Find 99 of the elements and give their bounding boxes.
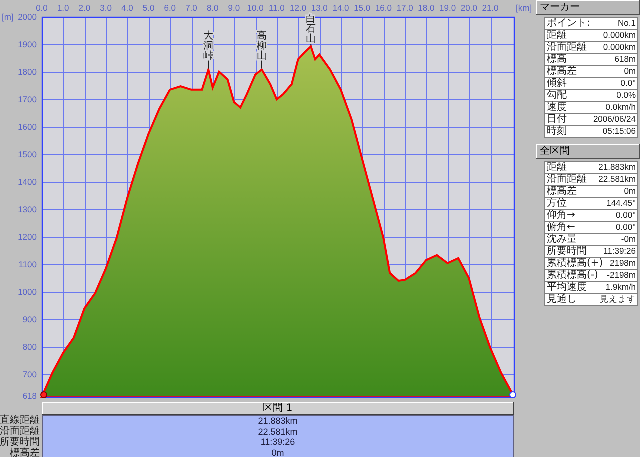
row-label: 累積標高(-) — [546, 270, 598, 281]
tick-label: 21.0 — [482, 3, 499, 13]
tick-label: 17.0 — [396, 3, 414, 13]
tick-label: 1200 — [18, 232, 37, 242]
row-value: 0.0° — [620, 78, 637, 89]
tick-label: 2.0 — [78, 3, 91, 13]
axis-unit: [m] — [2, 12, 14, 22]
row-label: 勾配 — [546, 90, 567, 101]
tick-label: 9.0 — [228, 3, 240, 13]
row-value: 144.45° — [606, 198, 637, 209]
tick-label: 19.0 — [440, 3, 456, 13]
tick-label: 1000 — [18, 286, 37, 297]
row-value: 2198m — [610, 258, 637, 269]
row-value: 2006/06/24 — [593, 114, 637, 125]
tick-label: 3.0 — [100, 3, 112, 13]
tick-label: 1700 — [18, 94, 37, 104]
tick-label: 1100 — [18, 259, 37, 270]
row-label: ポイント: — [546, 18, 590, 29]
tick-label: 800 — [22, 342, 37, 352]
tick-label: 8.0 — [206, 3, 219, 13]
row-value: 0.00° — [616, 222, 637, 233]
row-value: 11:39:26 — [604, 246, 637, 257]
tick-label: 16.0 — [375, 3, 392, 13]
row-value: 0.000km — [603, 30, 637, 41]
tick-label: 1600 — [18, 122, 37, 132]
tick-label: 10.0 — [247, 3, 264, 13]
tick-label: 2000 — [18, 12, 37, 22]
row-value: 0.0% — [616, 90, 637, 101]
row-label: 速度 — [546, 102, 567, 113]
row-value: 0.000km — [603, 42, 637, 53]
panel-header: 全区間 — [536, 144, 640, 159]
row-label: 累積標高(+) — [546, 258, 604, 269]
start-point-icon[interactable] — [40, 392, 48, 398]
tick-label: 900 — [22, 314, 37, 324]
tick-label: 13.0 — [311, 3, 328, 13]
tick-label: 700 — [22, 369, 37, 380]
row-label: 距離 — [546, 162, 567, 173]
row-value: 05:15:06 — [602, 126, 637, 137]
tick-label: 0.0 — [36, 3, 48, 13]
tick-label: 1.0 — [57, 3, 70, 13]
row-label: 平均速度 — [546, 282, 587, 293]
tick-label: 6.0 — [164, 3, 176, 13]
tick-label: 11.0 — [268, 3, 285, 13]
tick-label: 618 — [22, 391, 37, 401]
row-label: 傾斜 — [546, 78, 567, 89]
row-label: 沿面距離 — [546, 174, 587, 185]
row-value: 0m — [624, 186, 637, 197]
tick-label: 1500 — [18, 149, 37, 160]
row-label: 直線距離 — [0, 415, 41, 426]
leader-line — [310, 44, 312, 46]
row-value: 21.883km — [257, 416, 299, 426]
row-value: 22.581km — [598, 174, 637, 185]
row-label: 沿面距離 — [0, 426, 41, 437]
row-value: No.1 — [618, 18, 637, 29]
row-value: 0m — [624, 66, 637, 77]
panel-header: マーカー — [536, 0, 640, 15]
tick-label: 1400 — [18, 176, 37, 187]
row-value: 0.0km/h — [606, 102, 637, 113]
tick-label: 1900 — [18, 40, 37, 50]
tick-label: 4.0 — [122, 3, 134, 13]
row-value: 11:39:26 — [260, 437, 296, 448]
tick-label: 14.0 — [332, 3, 350, 13]
row-value: 0m — [270, 448, 286, 457]
row-label: 所要時間 — [546, 246, 587, 257]
row-label: 方位 — [546, 198, 567, 209]
row-label: 標高差 — [9, 448, 41, 457]
tick-label: 1300 — [18, 204, 37, 214]
row-label: 距離 — [546, 30, 567, 41]
row-label: 標高差 — [546, 66, 577, 77]
tick-label: 5.0 — [142, 3, 155, 13]
tick-label: 1800 — [18, 67, 37, 77]
row-value: 1.9km/h — [606, 282, 637, 293]
row-label: 沈み量 — [546, 234, 577, 245]
row-label: 標高 — [546, 54, 567, 65]
row-value: -2198m — [607, 270, 637, 281]
section-header[interactable]: 区間 1 — [42, 402, 514, 415]
tick-label: 18.0 — [418, 3, 435, 13]
row-label: 沿面距離 — [546, 42, 587, 53]
row-value: -0m — [621, 234, 637, 245]
row-label: 時刻 — [546, 126, 567, 137]
row-value: 0.00° — [616, 210, 637, 221]
row-value: 22.581km — [257, 426, 299, 437]
tick-label: 15.0 — [354, 3, 371, 13]
row-label: 所要時間 — [0, 437, 41, 448]
row-label: 俯角← — [546, 222, 576, 233]
row-label: 標高差 — [546, 186, 577, 197]
leader-line — [261, 60, 262, 70]
tick-label: 7.0 — [186, 3, 198, 13]
tick-label: 12.0 — [290, 3, 307, 13]
row-value: 618m — [614, 54, 637, 65]
tick-label: 20.0 — [460, 3, 478, 13]
row-label: 仰角→ — [546, 210, 576, 221]
leader-line — [208, 60, 210, 70]
axis-unit: [km] — [516, 3, 532, 13]
row-value: 見えます — [600, 294, 637, 305]
row-label: 見通し — [546, 294, 577, 305]
end-point-icon[interactable] — [510, 392, 516, 398]
row-label: 日付 — [546, 114, 567, 125]
row-value: 21.883km — [598, 162, 637, 173]
